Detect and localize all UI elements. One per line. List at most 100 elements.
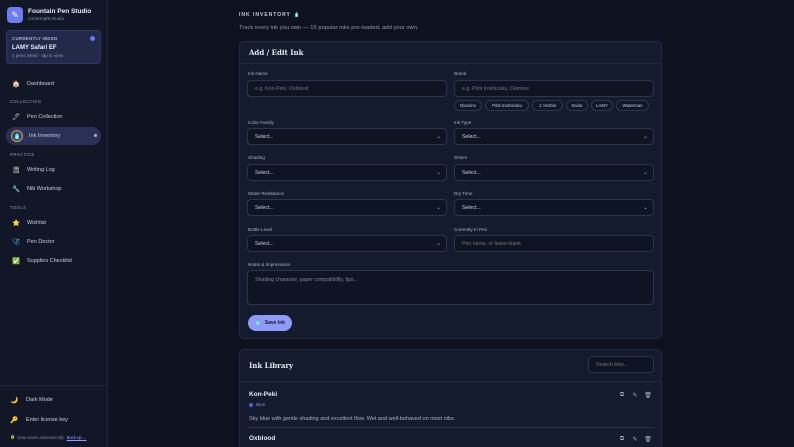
page-title: INK INVENTORY 🧴	[239, 12, 301, 18]
ink-actions: ⧉ ✎ 🗑	[614, 392, 653, 399]
brand-chip-j-herbin[interactable]: J. Herbin	[532, 100, 563, 111]
currently-in-pen-input[interactable]	[454, 235, 654, 252]
trash-icon[interactable]: 🗑	[643, 392, 653, 399]
currently-inked-label: CURRENTLY INKED	[12, 36, 58, 41]
sidebar-item-dashboard[interactable]: 🏠 Dashboard	[6, 75, 101, 93]
notes-placeholder: Shading character, paper compatibility, …	[255, 277, 358, 283]
brand-chip-lamy[interactable]: LAMY	[591, 100, 613, 111]
color-dot-icon	[249, 402, 253, 407]
brand-chip-sailor[interactable]: Sailor	[566, 100, 588, 111]
chevron-down-icon: ⌄	[642, 170, 648, 176]
ink-color-label: Blue	[256, 402, 266, 407]
bottle-level-select[interactable]: Select... ⌄	[247, 235, 447, 252]
notebook-icon: 📓	[11, 167, 21, 174]
bottle-level-label: Bottle Level	[248, 227, 273, 232]
sidebar-divider	[0, 385, 108, 386]
license-label: Enter license key	[26, 417, 68, 423]
sheen-label: Sheen	[454, 155, 468, 160]
sidebar-item-nib-workshop[interactable]: 🔧 Nib Workshop	[6, 180, 101, 198]
sidebar-item-label: Writing Log	[27, 167, 55, 173]
currently-in-pen-label: Currently In Pen	[454, 227, 488, 232]
sidebar-item-label: Ink Inventory	[29, 133, 61, 139]
notes-label: Notes & Impressions	[248, 262, 291, 267]
save-note-text: Data saves automatically.	[17, 434, 65, 440]
currently-inked-pen: LAMY Safari EF	[12, 45, 57, 51]
chevron-down-icon: ⌄	[435, 205, 441, 211]
form-heading: Add / Edit Ink	[240, 42, 661, 64]
sidebar-item-writing-log[interactable]: 📓 Writing Log	[6, 161, 101, 179]
nav-section-tools: TOOLS	[10, 205, 27, 210]
sidebar-item-wishlist[interactable]: ⭐ Wishlist	[6, 214, 101, 232]
sidebar-item-pen-collection[interactable]: 🖊 Pen Collection	[6, 108, 101, 126]
active-indicator-icon	[94, 134, 97, 137]
status-dot-icon	[90, 36, 95, 41]
dry-time-select[interactable]: Select... ⌄	[454, 199, 654, 216]
app-name: Fountain Pen Studio	[28, 8, 92, 15]
dark-mode-toggle[interactable]: 🌙 Dark Mode	[10, 396, 53, 404]
brand-chip-pilot-iroshizuku[interactable]: Pilot Iroshizuku	[485, 100, 529, 111]
brand-chip-diamine[interactable]: Diamine	[454, 100, 482, 111]
ink-card-kon-peki[interactable]: Kon-Peki Blue Sky blue with gentle shadi…	[248, 386, 654, 428]
chevron-down-icon: ⌄	[435, 134, 441, 140]
sidebar-item-label: Pen Collection	[27, 114, 63, 120]
sidebar-item-label: Dashboard	[27, 81, 54, 87]
stethoscope-icon: 🩺	[11, 239, 21, 246]
water-resistance-label: Water Resistance	[248, 191, 285, 196]
sidebar-item-pen-doctor[interactable]: 🩺 Pen Doctor	[6, 233, 101, 251]
pencil-icon[interactable]: ✎	[630, 392, 640, 399]
search-inks-input[interactable]	[588, 356, 654, 373]
save-note: 🔒 Data saves automatically. Back up ...	[10, 434, 86, 440]
pen-icon: ✎	[7, 7, 23, 23]
wrench-icon: 🔧	[11, 186, 21, 193]
chevron-down-icon: ⌄	[435, 170, 441, 176]
select-value: Select...	[255, 133, 274, 140]
trash-icon[interactable]: 🗑	[643, 436, 653, 443]
copy-icon[interactable]: ⧉	[617, 436, 627, 443]
ink-color-tag: Blue	[249, 402, 265, 407]
select-value: Select...	[462, 169, 481, 176]
currently-inked-summary: 4 pens inked · tap to view	[12, 53, 64, 58]
page-title-text: INK INVENTORY	[239, 12, 291, 18]
sidebar-item-supplies-checklist[interactable]: ✅ Supplies Checklist	[6, 252, 101, 270]
app-subtitle: contempl8.studio	[28, 17, 65, 22]
select-value: Select...	[462, 204, 481, 211]
shading-select[interactable]: Select... ⌄	[247, 164, 447, 181]
chevron-down-icon: ⌄	[642, 205, 648, 211]
shading-label: Shading	[248, 155, 265, 160]
ink-description: Sky blue with gentle shading and excelle…	[249, 416, 456, 422]
ink-name: Kon-Peki	[249, 391, 278, 398]
brand[interactable]: ✎ Fountain Pen Studio contempl8.studio	[7, 7, 91, 23]
sheen-select[interactable]: Select... ⌄	[454, 164, 654, 181]
license-key-button[interactable]: 🔑 Enter license key	[10, 416, 68, 424]
ink-card-oxblood[interactable]: Oxblood ⧉ ✎ 🗑	[248, 431, 654, 447]
backup-link[interactable]: Back up ...	[67, 435, 87, 440]
currently-inked-card[interactable]: CURRENTLY INKED LAMY Safari EF 4 pens in…	[6, 30, 101, 64]
brand-chip-waterman[interactable]: Waterman	[616, 100, 649, 111]
select-value: Select...	[255, 240, 274, 247]
copy-icon[interactable]: ⧉	[617, 392, 627, 399]
select-value: Select...	[255, 169, 274, 176]
sidebar-item-ink-inventory[interactable]: 🧴 Ink Inventory	[6, 127, 101, 145]
page-subtitle: Track every ink you own — 15 popular ink…	[239, 25, 419, 31]
save-ink-button[interactable]: 🧴 Save Ink	[248, 315, 292, 331]
color-family-label: Color Family	[248, 120, 274, 125]
notes-textarea[interactable]: Shading character, paper compatibility, …	[247, 270, 654, 305]
pen-icon: 🖊	[11, 114, 21, 121]
home-icon: 🏠	[11, 81, 21, 88]
ink-type-select[interactable]: Select... ⌄	[454, 128, 654, 145]
nav-section-practice: PRACTICE	[10, 152, 35, 157]
moon-icon: 🌙	[10, 397, 19, 404]
sidebar-item-label: Pen Doctor	[27, 239, 55, 245]
brand-input[interactable]	[454, 80, 654, 97]
ink-bottle-icon: 🧴	[254, 320, 262, 326]
ink-name-input[interactable]	[247, 80, 447, 97]
sidebar-item-label: Nib Workshop	[27, 186, 62, 192]
chevron-down-icon: ⌄	[642, 134, 648, 140]
water-resistance-select[interactable]: Select... ⌄	[247, 199, 447, 216]
pencil-icon[interactable]: ✎	[630, 436, 640, 443]
color-family-select[interactable]: Select... ⌄	[247, 128, 447, 145]
nav-section-collection: COLLECTION	[10, 99, 42, 104]
dark-mode-label: Dark Mode	[26, 397, 53, 403]
chevron-down-icon: ⌄	[435, 241, 441, 247]
ink-bottle-icon: 🧴	[11, 130, 23, 142]
